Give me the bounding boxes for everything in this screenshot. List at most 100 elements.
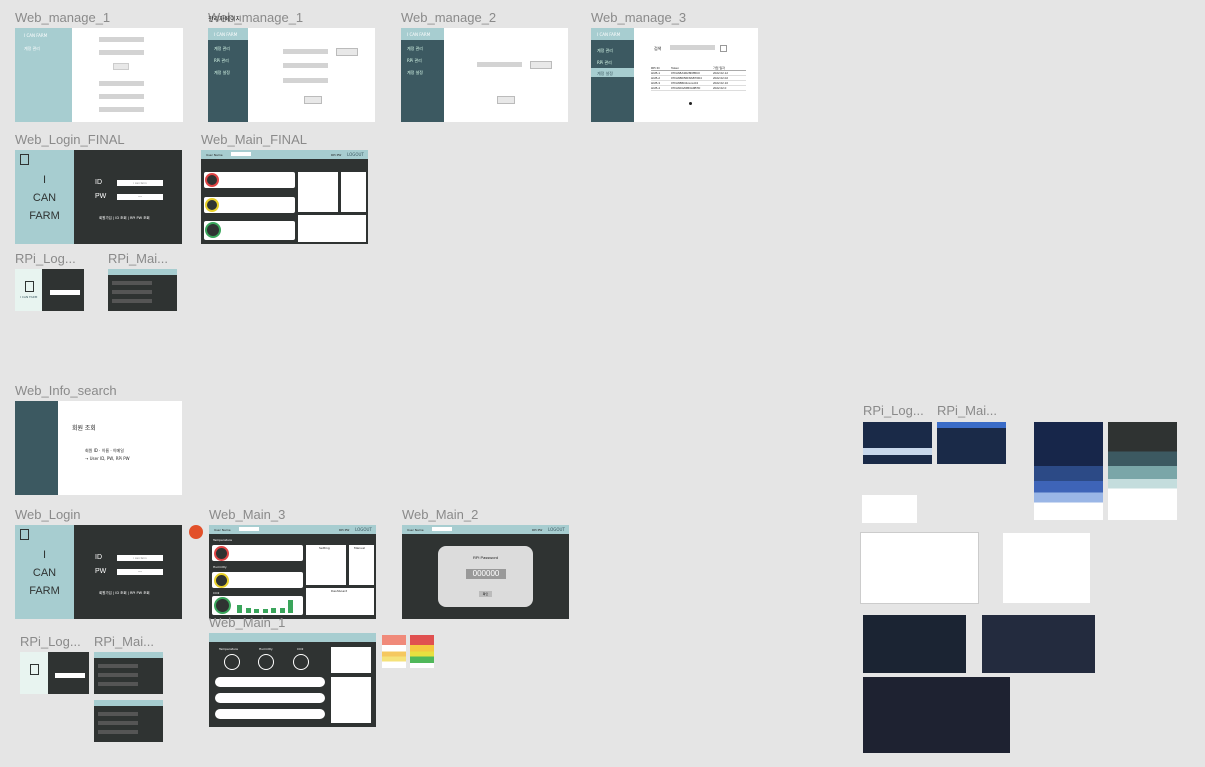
search-icon[interactable] [720,45,727,52]
table-row[interactable]: HUB-4 07FA6D4A5B3A9B7D 2022.02.0 [651,86,746,91]
brand-logo: I CAN FARM [407,32,431,37]
dashboard-title: Dashboard [331,589,348,593]
search-button[interactable] [530,61,552,69]
frame-rpi-login-1[interactable]: I CAN FARM [15,269,84,311]
sidebar-item-setting[interactable]: 계정 설정 [214,70,230,76]
rpi-password-modal[interactable]: RPi Password 000000 확인 [438,546,533,607]
co2-bars [237,599,297,613]
sidebar-item-user[interactable]: 계정 관리 [597,48,613,54]
co2-bar [262,609,268,613]
search-field[interactable] [670,45,715,50]
progress-ring-reference [862,495,917,523]
frame-web-main-final[interactable]: User Name RPi PW LOGOUT [201,150,368,244]
rpi-pw[interactable]: RPi PW [532,528,542,532]
color-swatch [410,635,434,668]
manual-panel[interactable] [341,172,366,212]
user-name: User Name [206,153,223,157]
action-row[interactable] [215,709,325,719]
confirm-button[interactable]: 확인 [479,591,492,597]
check-button[interactable] [336,48,358,56]
frame-label-rpi-main-3: RPi_Mai... [937,403,997,418]
frame-web-manage-1a[interactable]: I CAN FARM 계정 관리 [15,28,183,122]
gauge-co2 [205,222,221,238]
frame-web-manage-3[interactable]: I CAN FARM 계정 관리 RPi 관리 계정 설정 검색 RPi ID T… [591,28,758,122]
field[interactable] [99,37,144,42]
id-input[interactable]: i can farm [117,555,163,561]
rpi-select[interactable] [432,527,452,531]
frame-web-main-2[interactable]: User Name RPi PW LOGOUT RPi Password 000… [402,525,569,619]
id-input[interactable]: i can farm [117,180,163,186]
label-humidity: Humidity [213,565,227,569]
sidebar-item-user[interactable]: 계정 관리 [24,46,40,52]
sidebar-item-user[interactable]: 계정 관리 [407,46,423,52]
field[interactable] [283,63,328,68]
confirm-button[interactable] [304,96,322,104]
frame-label-rpi-login-1: RPi_Log... [15,251,76,266]
setting-panel[interactable]: Setting [306,545,346,585]
login-links[interactable]: 회원가입 | ID 조회 | RPi PW 조회 [99,216,150,221]
frame-label-web-login: Web_Login [15,507,81,522]
logout-button[interactable]: LOGOUT [548,527,565,532]
frame-rpi-login-3[interactable] [863,422,932,464]
sidebar-item-setting[interactable]: 계정 설정 [407,70,423,76]
co2-bar [254,609,260,613]
frame-web-manage-2[interactable]: I CAN FARM 계정 관리 RPi 관리 계정 설정 [401,28,568,122]
brand-line-2: CAN [32,567,57,579]
pw-input[interactable] [55,673,85,678]
field[interactable] [99,107,144,112]
sidebar-item-setting[interactable]: 계정 설정 [597,71,613,77]
frame-web-login[interactable]: I CAN FARM ID i can farm PW *** 회원가입 | I… [15,525,182,619]
frame-label-web-manage-3: Web_manage_3 [591,10,687,25]
brand-logo: I CAN FARM [24,33,48,38]
frame-label-web-main-2: Web_Main_2 [402,507,479,522]
frame-rpi-main-1[interactable] [108,269,177,311]
sidebar-item-rpi[interactable]: RPi 관리 [214,58,229,64]
rpi-select[interactable] [231,152,251,156]
field[interactable] [477,62,522,67]
dashboard-panel [331,677,371,723]
header-bar [209,633,376,642]
sidebar-item-rpi[interactable]: RPi 관리 [597,60,612,66]
frame-web-main-1[interactable]: Temperature Humidity CO2 [209,633,376,727]
sidebar-item-user[interactable]: 계정 관리 [214,46,230,52]
gauge-co2 [214,597,231,614]
manual-panel[interactable]: Manual [349,545,374,585]
frame-web-manage-1b[interactable]: I CAN FARM 계정 관리 RPi 관리 계정 설정 [208,28,375,122]
rpi-select[interactable] [239,527,259,531]
setting-panel[interactable] [298,172,338,212]
field[interactable] [99,50,144,55]
login-links[interactable]: 회원가입 | ID 조회 | RPi PW 조회 [99,591,150,596]
sidebar: I CAN FARM 계정 관리 RPi 관리 계정 설정 [401,28,444,122]
rpi-pw[interactable]: RPi PW [331,153,341,157]
frame-web-login-final[interactable]: I CAN FARM ID i can farm PW *** 회원가입 | I… [15,150,182,244]
frame-rpi-login-2[interactable] [20,652,89,694]
manual-panel[interactable] [331,647,371,673]
user-name: User Name [407,528,424,532]
frame-label-rpi-login-2: RPi_Log... [20,634,81,649]
confirm-button[interactable] [113,63,129,70]
frame-rpi-main-3[interactable] [94,700,163,742]
action-row[interactable] [215,677,325,687]
rpi-pw[interactable]: RPi PW [339,528,349,532]
pw-input[interactable]: *** [117,569,163,575]
confirm-button[interactable] [497,96,515,104]
frame-rpi-main-4[interactable] [937,422,1006,464]
logout-button[interactable]: LOGOUT [347,152,364,157]
sidebar-item-rpi[interactable]: RPi 관리 [407,58,422,64]
field[interactable] [283,49,328,54]
pw-input[interactable] [50,290,80,295]
action-row[interactable] [215,693,325,703]
frame-web-main-3[interactable]: User Name RPi PW LOGOUT Temperature Humi… [209,525,376,619]
logo-icon [20,154,29,165]
field[interactable] [99,94,144,99]
gauge-humidity [214,573,229,588]
logout-button[interactable]: LOGOUT [355,527,372,532]
frame-web-info-search[interactable]: 회원 조회 회원 ID · 이름 · 이메일 → User ID, PW, RP… [15,401,182,495]
sidebar: I CAN FARM 계정 관리 [15,28,72,122]
frame-rpi-main-2[interactable] [94,652,163,694]
frame-label-web-info-search: Web_Info_search [15,383,117,398]
pw-input[interactable]: *** [117,194,163,200]
add-icon[interactable] [689,102,692,105]
field[interactable] [283,78,328,83]
field[interactable] [99,81,144,86]
